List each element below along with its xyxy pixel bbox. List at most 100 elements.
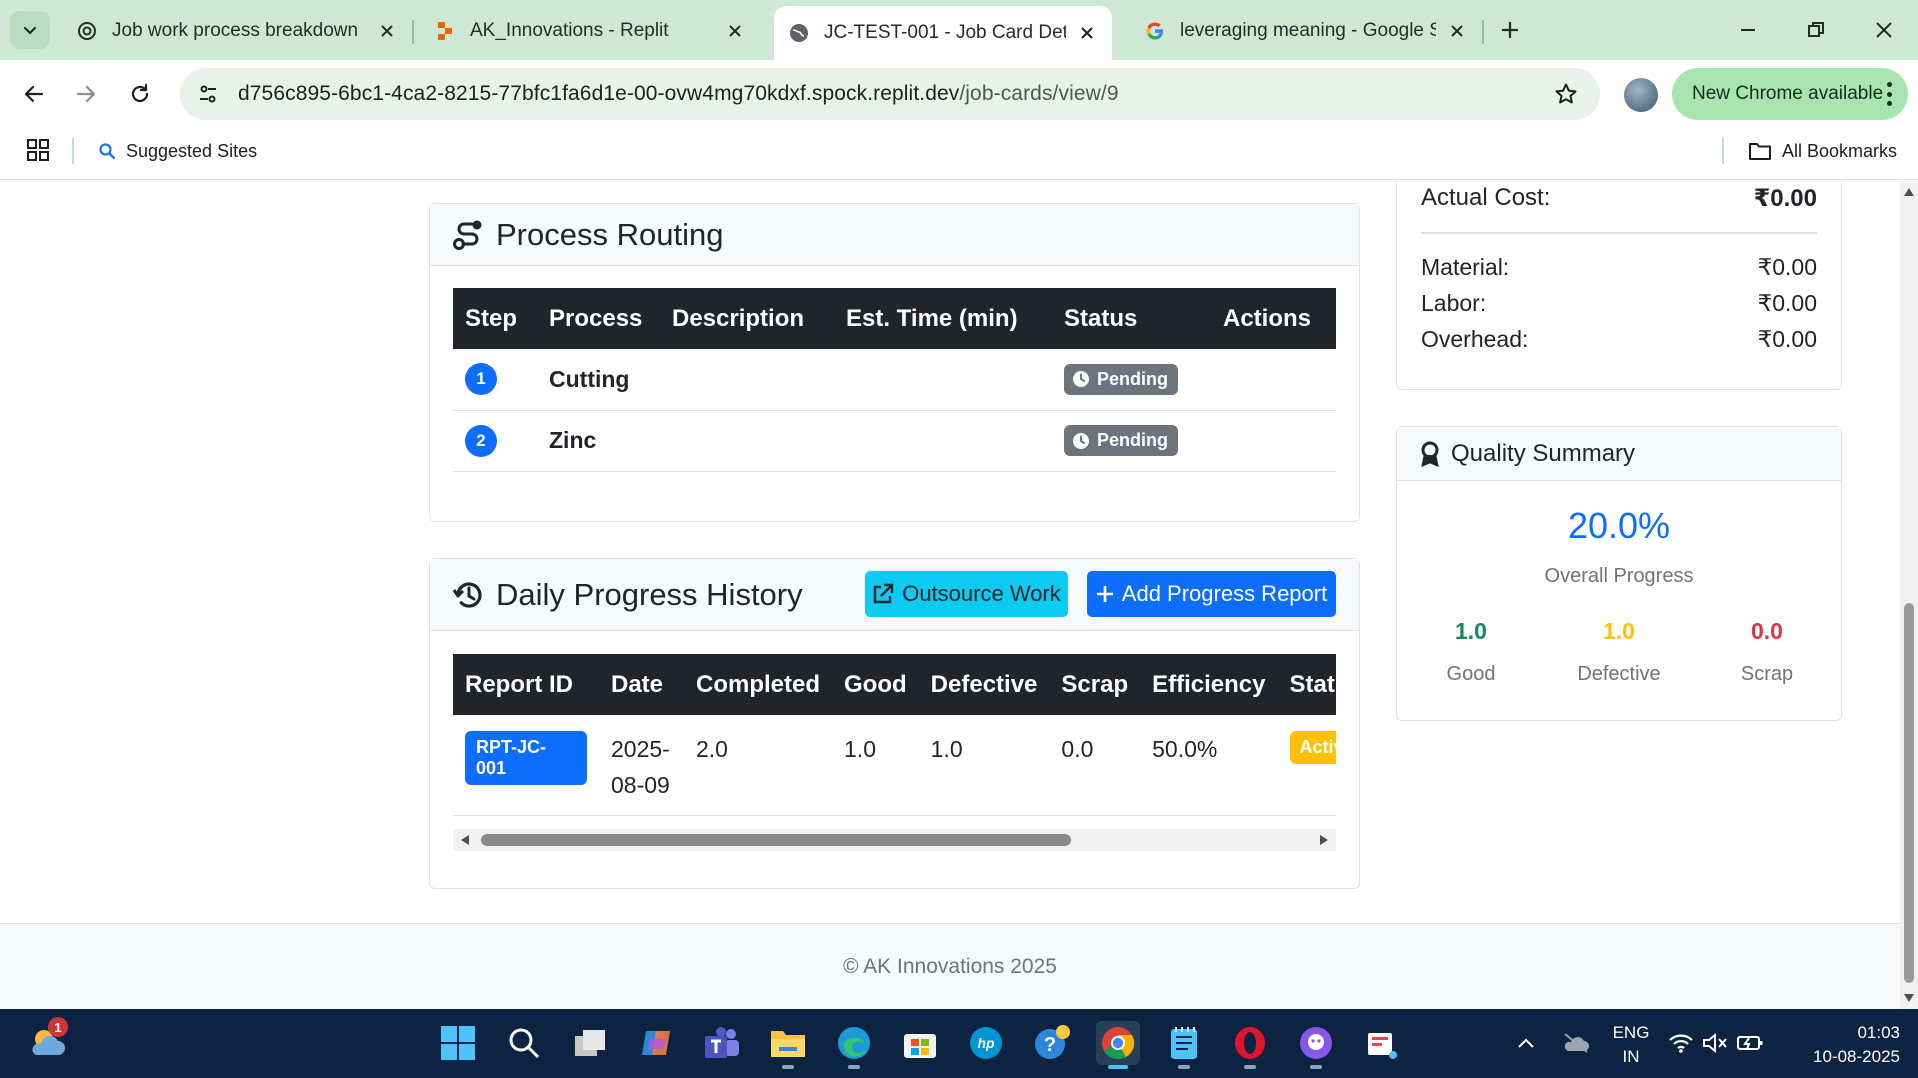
- show-hidden-icons-button[interactable]: [1504, 1021, 1548, 1065]
- running-indicator: [1310, 1065, 1322, 1069]
- search-icon: [509, 1028, 540, 1059]
- close-icon[interactable]: [1446, 20, 1468, 42]
- col-process: Process: [549, 304, 643, 332]
- svg-text:hp: hp: [977, 1035, 995, 1051]
- scroll-left-arrow-icon[interactable]: [459, 834, 471, 846]
- close-icon[interactable]: [376, 20, 398, 42]
- start-button[interactable]: [436, 1021, 480, 1065]
- get-help-app[interactable]: ?: [1030, 1021, 1074, 1065]
- opera-app[interactable]: [1228, 1021, 1272, 1069]
- reload-button[interactable]: [120, 74, 160, 114]
- tab-search-button[interactable]: [10, 11, 50, 49]
- language-indicator[interactable]: ENG IN: [1606, 1021, 1656, 1069]
- task-view-button[interactable]: [568, 1021, 612, 1065]
- replit-icon: [434, 20, 456, 42]
- col-step: Step: [465, 304, 518, 332]
- running-indicator: [1108, 1065, 1128, 1069]
- bookmark-suggested-sites[interactable]: Suggested Sites: [98, 136, 257, 166]
- scroll-thumb[interactable]: [1904, 603, 1914, 983]
- table-header-row: Report ID Date Completed Good Defective …: [453, 654, 1336, 715]
- process-routing-card: Process Routing Step Process Description…: [429, 203, 1360, 522]
- copilot-app[interactable]: [634, 1021, 678, 1065]
- efficiency-cell: 50.0%: [1140, 715, 1278, 816]
- notification-badge: 1: [48, 1017, 68, 1037]
- browser-toolbar: d756c895-6bc1-4ca2-8215-77bfc1fa6d1e-00-…: [0, 60, 1918, 130]
- apps-grid-icon[interactable]: [26, 138, 50, 167]
- col-status: Statu: [1289, 670, 1337, 698]
- volume-muted-icon: [1703, 1032, 1727, 1054]
- onedrive-status[interactable]: [1554, 1021, 1598, 1065]
- col-defective: Defective: [930, 670, 1038, 698]
- award-icon: [1419, 441, 1441, 467]
- profile-avatar[interactable]: [1624, 78, 1658, 112]
- good-cell: 1.0: [832, 715, 919, 816]
- routing-table: Step Process Description Est. Time (min)…: [453, 288, 1336, 472]
- tab-google-search[interactable]: leveraging meaning - Google S: [1130, 8, 1482, 54]
- file-explorer-app[interactable]: [766, 1021, 810, 1069]
- new-tab-button[interactable]: [1494, 14, 1526, 46]
- close-window-button[interactable]: [1854, 10, 1914, 50]
- footer-text: © AK Innovations 2025: [843, 954, 1057, 978]
- col-efficiency: Efficiency: [1152, 670, 1266, 698]
- minimize-button[interactable]: [1718, 10, 1778, 50]
- search-button[interactable]: [502, 1021, 546, 1065]
- github-app[interactable]: [1294, 1021, 1338, 1069]
- hp-app[interactable]: hp: [964, 1021, 1008, 1065]
- date-line: 08-09: [611, 772, 670, 798]
- help-icon: ?: [1035, 1025, 1070, 1059]
- bookmark-star-icon[interactable]: [1548, 76, 1584, 112]
- tab-job-card-details[interactable]: JC-TEST-001 - Job Card Details: [774, 6, 1112, 60]
- outsource-work-button[interactable]: Outsource Work: [865, 571, 1068, 617]
- microsoft-store-app[interactable]: [898, 1021, 942, 1065]
- close-icon[interactable]: [1076, 22, 1098, 44]
- step-cell: 2: [453, 410, 537, 472]
- opera-icon: [1235, 1027, 1265, 1059]
- chevron-down-icon: [23, 26, 37, 35]
- quick-settings-button[interactable]: [1666, 1021, 1766, 1065]
- scroll-up-arrow-icon[interactable]: [1903, 187, 1915, 197]
- button-label: Add Progress Report: [1121, 581, 1328, 606]
- chrome-icon: [1102, 1027, 1135, 1060]
- add-progress-report-button[interactable]: Add Progress Report: [1087, 571, 1336, 617]
- progress-table-scroll[interactable]: Report ID Date Completed Good Defective …: [453, 654, 1336, 816]
- battery-charging-icon: [1737, 1036, 1763, 1050]
- notepad-app[interactable]: [1162, 1021, 1206, 1069]
- weather-widget[interactable]: 1: [26, 1017, 70, 1065]
- button-label: Outsource Work: [902, 581, 1061, 606]
- tab-replit[interactable]: AK_Innovations - Replit: [420, 8, 760, 54]
- scroll-right-arrow-icon[interactable]: [1318, 834, 1330, 846]
- report-id-badge[interactable]: RPT-JC-001: [465, 731, 587, 785]
- edge-icon: [838, 1027, 870, 1059]
- address-bar[interactable]: d756c895-6bc1-4ca2-8215-77bfc1fa6d1e-00-…: [180, 68, 1600, 120]
- teams-icon: [705, 1027, 739, 1058]
- tab-title: JC-TEST-001 - Job Card Details: [824, 22, 1066, 43]
- actual-cost-label: Actual Cost:: [1421, 184, 1551, 211]
- horizontal-scrollbar[interactable]: [453, 829, 1336, 851]
- forward-button[interactable]: [66, 74, 106, 114]
- back-button[interactable]: [14, 74, 54, 114]
- col-report-id: Report ID: [465, 670, 573, 698]
- new-chrome-available-button[interactable]: New Chrome available: [1672, 68, 1908, 120]
- vertical-scrollbar[interactable]: [1900, 181, 1918, 1009]
- chrome-app[interactable]: [1096, 1021, 1140, 1069]
- snipping-tool-app[interactable]: [1360, 1021, 1404, 1065]
- quality-summary-card: Quality Summary 20.0% Overall Progress 1…: [1396, 426, 1842, 721]
- all-bookmarks-button[interactable]: All Bookmarks: [1748, 136, 1897, 166]
- store-icon: [904, 1034, 936, 1058]
- restore-button[interactable]: [1786, 10, 1846, 50]
- clock[interactable]: 01:03 10-08-2025: [1790, 1021, 1900, 1069]
- scroll-down-arrow-icon[interactable]: [1903, 993, 1915, 1003]
- scroll-thumb[interactable]: [481, 834, 1071, 846]
- tab-job-work[interactable]: Job work process breakdown: [62, 8, 412, 54]
- language-line: ENG: [1612, 1023, 1650, 1042]
- cost-row-material: Material: ₹0.00: [1421, 254, 1817, 281]
- date-cell: 2025- 08-09: [599, 715, 684, 816]
- good-label: Good: [1446, 663, 1496, 685]
- good-value: 1.0: [1455, 618, 1487, 644]
- edge-app[interactable]: [832, 1021, 876, 1069]
- completed-cell: 2.0: [684, 715, 833, 816]
- site-settings-icon[interactable]: [188, 74, 228, 114]
- more-menu-icon[interactable]: [1886, 82, 1892, 106]
- close-icon[interactable]: [724, 20, 746, 42]
- teams-app[interactable]: [700, 1021, 744, 1065]
